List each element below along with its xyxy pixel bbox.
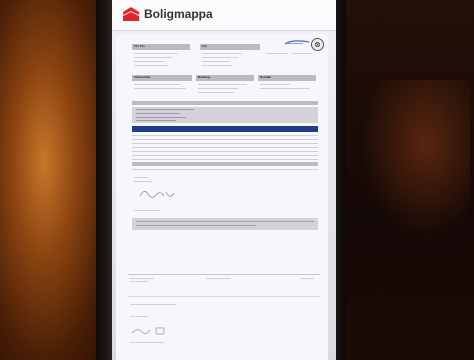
table-row: [132, 155, 318, 156]
text-line: [136, 221, 314, 222]
table-row: [132, 139, 318, 140]
section-header-final: [132, 162, 318, 166]
table-row: [132, 169, 318, 170]
text-line: [134, 61, 164, 62]
page-break-divider: [128, 296, 320, 297]
section-title-contact: Kontakt: [260, 75, 272, 79]
text-line: [136, 120, 176, 121]
tablet-bezel-right: [336, 0, 346, 360]
text-line: [134, 84, 180, 85]
text-line: [198, 88, 238, 89]
boligmappa-logo-icon: [123, 7, 139, 21]
text-line: [134, 210, 160, 211]
text-line: [134, 65, 168, 66]
table-header-bar: [132, 126, 318, 132]
table-row: [132, 135, 318, 136]
text-line: [134, 181, 152, 182]
text-line: [260, 84, 290, 85]
text-line: [260, 88, 310, 89]
table-row: [132, 151, 318, 152]
handwritten-signature-2: [131, 327, 165, 335]
text-line: [130, 342, 164, 343]
handwritten-signature: [139, 191, 175, 198]
section-title-from: Fra: [202, 44, 207, 48]
text-line: [198, 92, 234, 93]
section-title-inspection: Befaring: [198, 75, 211, 79]
text-line: [292, 53, 312, 54]
table-row: [132, 159, 318, 160]
text-line: [198, 84, 246, 85]
section-title-company: Virksomhet: [134, 75, 151, 79]
text-line: [134, 177, 148, 178]
footer-text: [300, 278, 314, 279]
text-line: [134, 88, 186, 89]
text-line: [130, 304, 176, 305]
text-line: [136, 225, 256, 226]
footer-text: [130, 281, 148, 282]
footer-text: [130, 278, 154, 279]
tablet-screen: Boligmappa ⊗ Til / Fra Fra Virksomhet Be…: [112, 0, 336, 360]
tablet-bezel-left: [96, 0, 112, 360]
text-line: [202, 57, 238, 58]
section-header-description: [132, 101, 318, 105]
text-line: [136, 117, 186, 118]
app-header: Boligmappa: [112, 0, 336, 31]
table-row: [132, 147, 318, 148]
text-line: [136, 109, 194, 110]
footer-text: [206, 278, 230, 279]
company-logo: [284, 40, 310, 45]
comment-box: [132, 218, 318, 230]
table-row: [132, 143, 318, 144]
text-line: [130, 316, 148, 317]
background-glow: [360, 80, 470, 240]
text-line: [134, 53, 178, 54]
page-footer-divider: [128, 274, 320, 275]
text-line: [202, 65, 232, 66]
text-line: [202, 61, 230, 62]
background-left: [0, 0, 110, 360]
text-line: [266, 53, 288, 54]
document-page: ⊗ Til / Fra Fra Virksomhet Befaring Kont…: [116, 34, 328, 360]
section-header-from: [200, 44, 260, 50]
close-icon[interactable]: ⊗: [311, 38, 324, 51]
text-line: [134, 57, 172, 58]
app-title: Boligmappa: [144, 7, 213, 21]
text-line: [136, 113, 180, 114]
text-line: [202, 53, 242, 54]
section-title-to: Til / Fra: [134, 44, 145, 48]
